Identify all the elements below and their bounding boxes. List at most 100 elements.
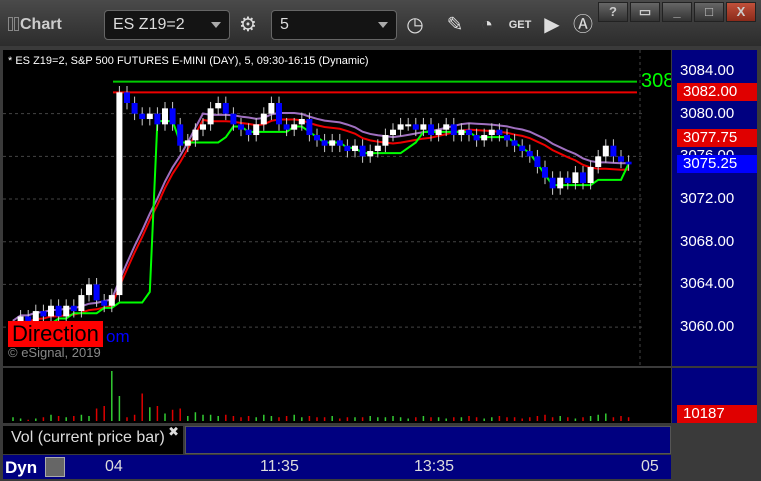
candle <box>374 145 381 152</box>
time-tick: 13:35 <box>414 458 455 475</box>
price-label: 3068.00 <box>680 232 735 250</box>
candle <box>245 129 252 136</box>
price-label: 3084.00 <box>680 62 735 79</box>
candle <box>253 124 260 136</box>
candle <box>542 167 548 178</box>
lock-icon[interactable] <box>45 457 65 477</box>
price-label: 3064.00 <box>680 275 735 293</box>
candle <box>139 113 146 120</box>
candle <box>519 145 526 152</box>
volume-axis: 10187 <box>672 368 757 423</box>
candle <box>108 295 115 306</box>
candle <box>625 161 632 165</box>
candle <box>146 113 153 120</box>
candle <box>344 145 351 152</box>
candle <box>238 124 244 130</box>
candle <box>86 284 92 296</box>
candle <box>40 311 47 317</box>
minimize-button[interactable]: _ <box>662 2 692 22</box>
candle <box>291 124 298 130</box>
volume-study-label: Vol (current price bar) ✖ <box>3 424 183 454</box>
candle <box>390 129 396 136</box>
close-button[interactable]: X <box>726 2 756 22</box>
candle <box>466 129 472 136</box>
candle <box>169 108 176 125</box>
candle <box>412 124 419 130</box>
candle <box>177 124 184 146</box>
candle <box>557 177 564 189</box>
toolbar: Chart ES Z19=2 ⚙ 5 ◷ ✎ ◔ GET ▶ Ⓐ ? ▭ _ □… <box>0 0 761 46</box>
watermark-tail: om <box>106 327 130 346</box>
chart-header: * ES Z19=2, S&P 500 FUTURES E-MINI (DAY)… <box>8 55 369 67</box>
candle <box>496 129 503 136</box>
settings-gear-icon[interactable]: ⚙ <box>233 10 263 40</box>
candle <box>428 124 434 136</box>
candle <box>504 135 510 141</box>
candle <box>276 103 282 125</box>
candle <box>511 140 518 146</box>
candle <box>70 305 77 312</box>
candle <box>306 119 313 136</box>
candle <box>101 300 108 306</box>
candle <box>481 135 488 141</box>
candle <box>63 305 70 317</box>
dyn-mode[interactable]: Dyn <box>5 458 37 478</box>
candle <box>131 103 138 114</box>
candle <box>192 129 199 141</box>
play-icon[interactable]: ▶ <box>537 10 567 40</box>
close-study-icon[interactable]: ✖ <box>168 424 179 440</box>
candle <box>162 108 168 125</box>
candle <box>405 124 412 127</box>
candle <box>549 177 556 189</box>
candle <box>268 103 275 114</box>
candle <box>450 124 457 136</box>
help-button[interactable]: ? <box>598 2 628 22</box>
interval-select[interactable]: 5 <box>271 10 397 40</box>
time-axis[interactable]: Dyn 04 11:35 13:35 05 <box>3 455 671 479</box>
price-marker: 3082.00 <box>677 83 757 102</box>
candle <box>367 151 374 157</box>
price-axis[interactable]: 3084.003080.003076.003072.003068.003064.… <box>672 50 757 366</box>
pencil-icon[interactable]: ✎ <box>440 10 470 40</box>
time-tick: 04 <box>105 458 123 475</box>
studies-icon[interactable]: ◔ <box>472 10 502 40</box>
price-label: 3060.00 <box>680 318 735 336</box>
candle <box>207 108 214 125</box>
candle <box>260 113 267 125</box>
candle <box>230 113 237 125</box>
candle <box>473 135 480 141</box>
price-chart[interactable]: * ES Z19=2, S&P 500 FUTURES E-MINI (DAY)… <box>3 50 671 366</box>
time-tick: 05 <box>641 458 659 475</box>
candle <box>488 129 495 136</box>
candle <box>329 140 336 146</box>
candle <box>572 172 579 184</box>
candle <box>580 172 586 184</box>
partial-label: 308 <box>641 70 671 92</box>
candle <box>200 124 206 130</box>
volume-value-tag: 10187 <box>677 405 757 423</box>
copyright: © eSignal, 2019 <box>8 345 101 360</box>
candle <box>564 177 571 184</box>
candle <box>458 129 465 136</box>
candle <box>93 284 100 301</box>
candle <box>397 124 404 130</box>
purple-average-line <box>12 112 629 322</box>
window-title: Chart <box>8 16 62 34</box>
symbol-select[interactable]: ES Z19=2 <box>104 10 230 40</box>
price-label: 3072.00 <box>680 190 735 208</box>
maximize-button[interactable]: □ <box>694 2 724 22</box>
candle <box>359 145 366 157</box>
candle <box>55 305 62 317</box>
price-marker: 3075.25 <box>677 155 757 174</box>
alert-a-icon[interactable]: Ⓐ <box>568 10 598 40</box>
candle <box>215 103 222 109</box>
candle <box>534 156 541 168</box>
vwap-line <box>13 120 630 325</box>
price-marker: 3077.75 <box>677 128 757 147</box>
link-button[interactable]: ▭ <box>630 2 660 22</box>
clock-icon[interactable]: ◷ <box>400 10 430 40</box>
get-icon[interactable]: GET <box>505 10 535 40</box>
candle <box>610 145 617 157</box>
candle <box>314 135 320 141</box>
candle <box>48 305 54 317</box>
